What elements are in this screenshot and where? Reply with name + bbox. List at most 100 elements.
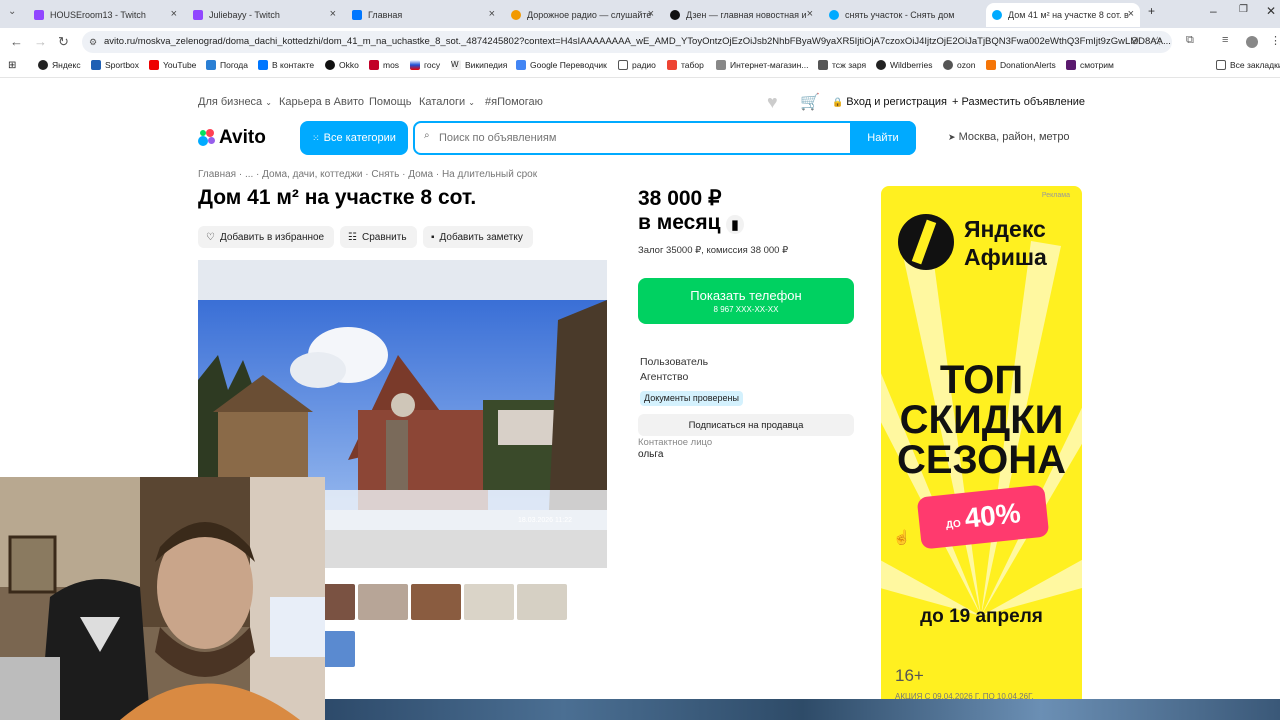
mouse-cursor-icon: ☝ xyxy=(893,529,911,545)
bookmark-wildberries[interactable]: Wildberries xyxy=(876,60,933,70)
site-info-icon[interactable]: ⚙ xyxy=(89,31,97,53)
price-history-icon[interactable]: ▮ xyxy=(726,215,744,234)
url-text: avito.ru/moskva_zelenograd/doma_dachi_ko… xyxy=(104,36,1171,47)
close-icon[interactable]: × xyxy=(171,8,177,20)
bookmark-weather[interactable]: Погода xyxy=(206,60,248,70)
bookmark-shop[interactable]: Интернет-магазин... xyxy=(716,60,808,70)
post-ad-link[interactable]: + Разместить объявление xyxy=(952,96,1085,108)
chevron-down-icon: ⌄ xyxy=(468,98,475,107)
photo-thumbnail[interactable] xyxy=(517,584,567,620)
bookmark-youtube[interactable]: YouTube xyxy=(149,60,196,70)
ad-brand-line2: Афиша xyxy=(964,244,1047,270)
bookmark-label: Okko xyxy=(339,60,359,70)
search-button[interactable]: Найти xyxy=(850,121,916,155)
close-window-icon[interactable]: ✕ xyxy=(1266,4,1276,18)
new-tab-button[interactable]: + xyxy=(1148,4,1155,18)
tab-1[interactable]: HOUSEroom13 - Twitch × xyxy=(28,3,183,27)
link-career[interactable]: Карьера в Авито xyxy=(279,96,364,108)
tab-3[interactable]: Главная × xyxy=(346,3,501,27)
profile-avatar[interactable] xyxy=(1246,36,1258,48)
login-link[interactable]: 🔒 Вход и регистрация xyxy=(832,96,947,108)
link-catalogs[interactable]: Каталоги ⌄ xyxy=(419,96,475,108)
webcam-overlay xyxy=(0,477,325,720)
tab-title: Дом 41 м² на участке 8 сот. в xyxy=(1008,10,1129,20)
bookmark-smotrim[interactable]: смотрим xyxy=(1066,60,1114,70)
breadcrumb[interactable]: Главная · ... · Дома, дачи, коттеджи · С… xyxy=(198,169,537,180)
tab-2[interactable]: Juliebayy - Twitch × xyxy=(187,3,342,27)
cart-icon[interactable]: 🛒 xyxy=(800,92,820,112)
address-bar-row: ← → ↻ ⚙ avito.ru/moskva_zelenograd/doma_… xyxy=(0,28,1280,56)
tab-4[interactable]: Дорожное радио — слушайте × xyxy=(505,3,660,27)
compare-button[interactable]: ☷ Сравнить xyxy=(340,226,417,248)
photo-thumbnail[interactable] xyxy=(358,584,408,620)
bookmark-donationalerts[interactable]: DonationAlerts xyxy=(986,60,1056,70)
maximize-icon[interactable]: ❐ xyxy=(1239,4,1248,15)
url-field[interactable]: ⚙ avito.ru/moskva_zelenograd/doma_dachi_… xyxy=(82,31,1172,53)
subscribe-seller-button[interactable]: Подписаться на продавца xyxy=(638,414,854,436)
minimize-icon[interactable]: – xyxy=(1210,4,1217,18)
search-input[interactable] xyxy=(439,129,839,147)
bookmark-gosu[interactable]: госу xyxy=(410,60,440,70)
bookmark-yandex[interactable]: Яндекс xyxy=(38,60,81,70)
bookmark-vk[interactable]: В контакте xyxy=(258,60,314,70)
price-period-label: в месяц xyxy=(638,211,721,234)
seller-name[interactable]: Агентство xyxy=(640,371,688,383)
link-business[interactable]: Для бизнеса ⌄ xyxy=(198,96,272,108)
tab-5[interactable]: Дзен — главная новостная и × xyxy=(664,3,819,27)
reload-icon[interactable]: ↻ xyxy=(58,34,69,50)
close-icon[interactable]: × xyxy=(330,8,336,20)
bookmark-ozon[interactable]: ozon xyxy=(943,60,975,70)
close-icon[interactable]: × xyxy=(648,8,654,20)
ad-label: Реклама xyxy=(1041,192,1070,199)
tab-title: HOUSEroom13 - Twitch xyxy=(50,10,146,20)
forward-icon[interactable]: → xyxy=(34,34,47,49)
search-box: ⌕ Найти xyxy=(413,121,916,155)
ad-banner[interactable]: Реклама Яндекс Афиша ТОП СКИДКИ СЕЗОНА Д… xyxy=(881,186,1082,720)
heart-icon: ♡ xyxy=(206,231,215,243)
bookmark-radio[interactable]: радио xyxy=(618,60,656,70)
avito-logo[interactable]: Avito xyxy=(198,127,266,149)
bookmark-label: Погода xyxy=(220,60,248,70)
link-help[interactable]: Помощь xyxy=(369,96,412,108)
link-ya-pomogayu[interactable]: #яПомогаю xyxy=(485,96,543,108)
apps-grid-icon[interactable]: ⊞ xyxy=(8,60,16,71)
listing-title: Дом 41 м² на участке 8 сот. xyxy=(198,186,477,209)
bookmark-label: табор xyxy=(681,60,704,70)
photo-timestamp: 18.03.2026 11:22 xyxy=(518,517,572,524)
ad-until: до 19 апреля xyxy=(920,606,1043,627)
bookmark-label: Wildberries xyxy=(890,60,933,70)
logo-text: Avito xyxy=(219,127,266,148)
favorites-heart-icon[interactable]: ♥ xyxy=(767,92,778,113)
bookmark-tabor[interactable]: табор xyxy=(667,60,704,70)
back-icon[interactable]: ← xyxy=(10,34,23,49)
bookmarks-bar: ⊞ Яндекс Sportbox YouTube Погода В конта… xyxy=(0,56,1280,78)
show-phone-button[interactable]: Показать телефон 8 967 XXX-XX-XX xyxy=(638,278,854,324)
photo-thumbnail[interactable] xyxy=(464,584,514,620)
bookmark-wikipedia[interactable]: W Википедия xyxy=(451,60,507,70)
all-categories-button[interactable]: ⁙ Все категории xyxy=(300,121,408,155)
bookmark-sportbox[interactable]: Sportbox xyxy=(91,60,139,70)
bookmark-okko[interactable]: Okko xyxy=(325,60,359,70)
bookmark-all[interactable]: Все закладки xyxy=(1216,60,1280,70)
close-icon[interactable]: × xyxy=(489,8,495,20)
close-icon[interactable]: × xyxy=(1128,8,1134,20)
bookmark-label: YouTube xyxy=(163,60,197,70)
bookmark-tszh[interactable]: тсж заря xyxy=(818,60,866,70)
eye-off-icon[interactable]: ⊘ xyxy=(1130,34,1139,47)
close-icon[interactable]: × xyxy=(807,8,813,20)
photo-thumbnail[interactable] xyxy=(411,584,461,620)
bookmark-translate[interactable]: Google Переводчик xyxy=(516,60,607,70)
tab-7-active[interactable]: Дом 41 м² на участке 8 сот. в × xyxy=(986,3,1140,27)
location-selector[interactable]: ➤ Москва, район, метро xyxy=(948,131,1070,143)
tab-search-icon[interactable]: ⌄ xyxy=(8,6,16,17)
tab-6[interactable]: снять участок - Снять дом xyxy=(823,3,983,27)
more-menu-icon[interactable]: ⋮ xyxy=(1270,34,1280,47)
menu-list-icon[interactable]: ≡ xyxy=(1222,34,1228,46)
bookmark-label: Sportbox xyxy=(105,60,140,70)
add-note-button[interactable]: ▪ Добавить заметку xyxy=(423,226,533,248)
add-favorite-button[interactable]: ♡ Добавить в избранное xyxy=(198,226,335,248)
bookmark-star-icon[interactable]: ☆ xyxy=(1152,34,1163,48)
avito-icon xyxy=(829,10,839,20)
extensions-icon[interactable]: ⧉ xyxy=(1186,34,1194,47)
bookmark-mos[interactable]: mos xyxy=(369,60,399,70)
